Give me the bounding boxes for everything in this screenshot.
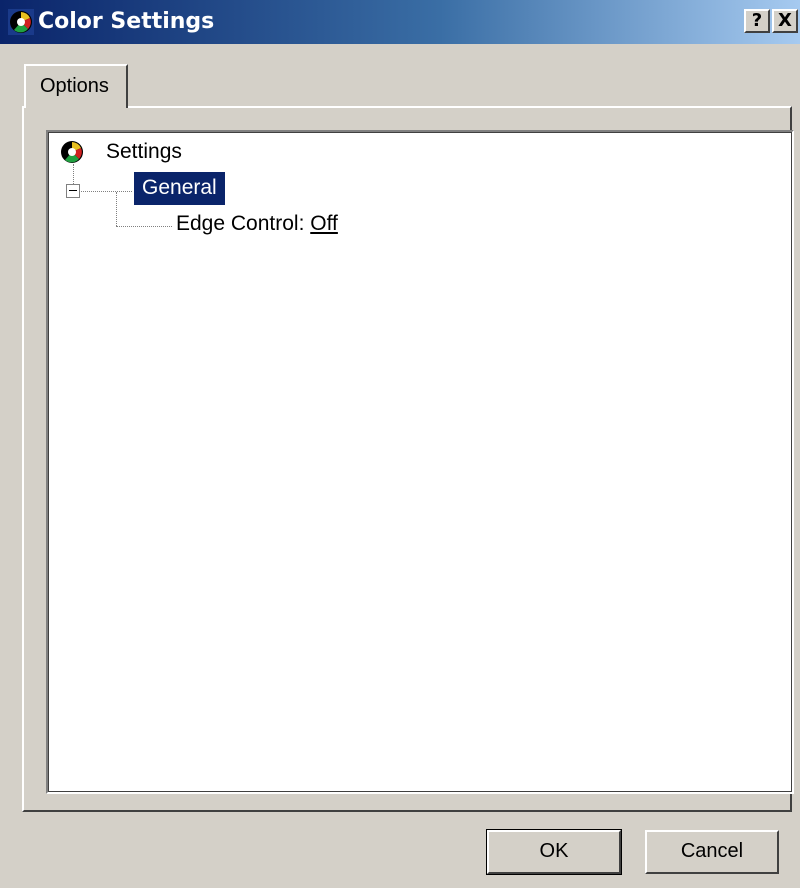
help-button[interactable]: ?	[744, 9, 770, 33]
tree-node-edge-control[interactable]: Edge Control: Off	[176, 210, 338, 238]
tab-options-label: Options	[40, 75, 109, 97]
edge-control-value[interactable]: Off	[310, 212, 338, 235]
tree-connector	[73, 164, 74, 184]
tree-connector	[116, 192, 117, 226]
edge-control-label: Edge Control:	[176, 212, 311, 235]
settings-tree[interactable]	[46, 130, 794, 794]
tree-node-settings-label: Settings	[106, 140, 182, 163]
ok-button[interactable]: OK	[486, 829, 622, 875]
tree-node-general-label: General	[134, 172, 225, 205]
cancel-button[interactable]: Cancel	[645, 830, 779, 874]
app-icon	[8, 9, 34, 35]
color-settings-dialog: Color Settings ? X Options Settings Gene…	[0, 0, 800, 888]
tree-connector	[81, 191, 132, 192]
title-bar[interactable]: Color Settings ? X	[0, 0, 800, 44]
tab-options[interactable]: Options	[24, 64, 128, 108]
tree-node-general[interactable]: General	[134, 172, 225, 205]
settings-icon	[61, 141, 83, 163]
window-title: Color Settings	[38, 9, 215, 34]
collapse-icon[interactable]	[66, 184, 80, 198]
tree-connector	[116, 226, 172, 227]
close-button[interactable]: X	[772, 9, 798, 33]
